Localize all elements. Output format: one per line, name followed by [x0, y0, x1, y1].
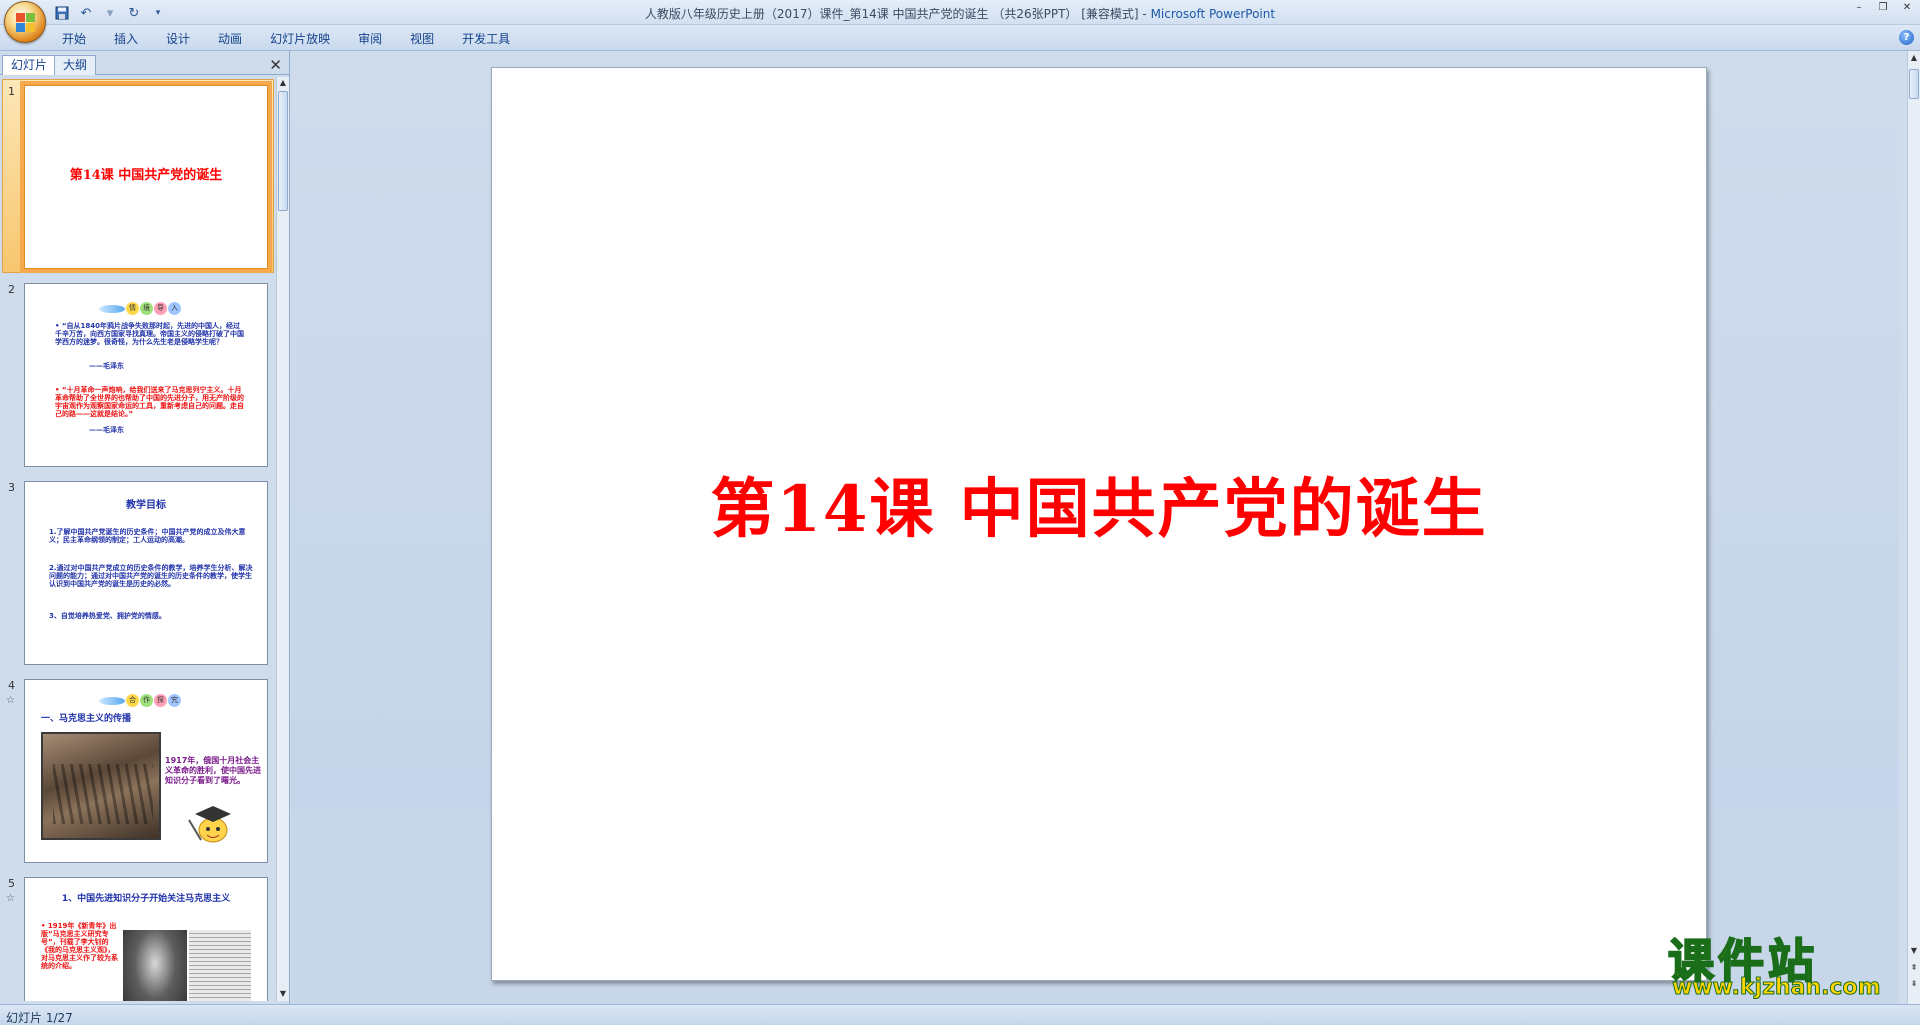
thumbnail-heading: 1、中国先进知识分子开始关注马克思主义 [61, 894, 231, 904]
thumbnail-row-3[interactable]: 3 教学目标 1.了解中国共产党诞生的历史条件；中国共产党的成立及伟大意义；民主… [0, 475, 274, 671]
quote-blue: • “自从1840年鸦片战争失败那时起，先进的中国人，经过千辛万苦，向西方国家寻… [55, 322, 244, 346]
banner-char: 入 [168, 302, 181, 315]
thumbnail-list: 1 第14课 中国共产党的诞生 2 情 境 导 入 • “自从1840年鸦片战争… [0, 77, 274, 1001]
thumbnail-row-4[interactable]: 4 ☆ 合 作 探 究 一、马克思主义的传播 1917年，俄国十月社会主义革命的… [0, 673, 274, 869]
scroll-up-icon[interactable]: ▲ [278, 78, 288, 88]
banner-char: 探 [154, 694, 167, 707]
slide-text: • 1919年《新青年》出版“马克思主义研究专号”，刊载了李大钊的《我的马克思主… [41, 922, 118, 970]
thumbnail-heading: 一、马克思主义的传播 [41, 714, 132, 724]
scroll-down-icon[interactable]: ▼ [278, 989, 288, 999]
thumbnail-number: 4 [8, 679, 15, 692]
swoosh-decoration [99, 305, 125, 313]
thumbnail-heading: 教学目标 [126, 500, 166, 511]
objective-item: 1.了解中国共产党诞生的历史条件；中国共产党的成立及伟大意义；民主革命纲领的制定… [49, 528, 246, 544]
thumbnail-row-1[interactable]: 1 第14课 中国共产党的诞生 [0, 79, 274, 275]
status-bar: 幻灯片 1/27 [0, 1004, 1920, 1025]
slide-thumbnail-pane: 幻灯片 大纲 ✕ 1 第14课 中国共产党的诞生 2 情 境 导 入 • “自从… [0, 51, 290, 1004]
objective-item: 3、自觉培养热爱党、拥护党的情感。 [49, 612, 166, 620]
banner-char: 情 [126, 302, 139, 315]
thumbnail-number: 2 [8, 283, 15, 296]
previous-slide-icon[interactable]: ⇞ [1909, 963, 1919, 973]
next-slide-icon[interactable]: ⇟ [1909, 979, 1919, 989]
scroll-thumb[interactable] [1909, 69, 1919, 99]
tab-review[interactable]: 审阅 [344, 29, 396, 49]
document-title: 人教版八年级历史上册（2017）课件_第14课 中国共产党的诞生 （共26张PP… [644, 7, 1151, 21]
watermark-url: www.kjzhan.com [1672, 975, 1882, 1001]
scroll-thumb[interactable] [278, 91, 288, 211]
thumbnail-slide-5[interactable]: 1、中国先进知识分子开始关注马克思主义 • 1919年《新青年》出版“马克思主义… [24, 877, 268, 1001]
swoosh-decoration [99, 697, 125, 705]
window-controls: – ❐ ✕ [1848, 2, 1918, 16]
tab-slide-show[interactable]: 幻灯片放映 [256, 29, 344, 49]
ribbon-tabs-bar: 开始 插入 设计 动画 幻灯片放映 审阅 视图 开发工具 ? [0, 25, 1920, 51]
section-banner: 情 境 导 入 [99, 302, 181, 316]
section-banner: 合 作 探 究 [99, 694, 181, 708]
kjzhan-watermark-logo: 课件站 www.kjzhan.com [1667, 925, 1908, 1003]
animation-star-icon: ☆ [6, 695, 15, 706]
scroll-down-icon[interactable]: ▼ [1909, 946, 1919, 956]
quote-red-signature: ——毛泽东 [89, 426, 124, 434]
banner-char: 作 [140, 694, 153, 707]
thumbnail-slide-1[interactable]: 第14课 中国共产党的诞生 [20, 81, 272, 273]
close-button[interactable]: ✕ [1896, 2, 1918, 16]
ribbon-tabs: 开始 插入 设计 动画 幻灯片放映 审阅 视图 开发工具 [48, 29, 524, 49]
slide-counter: 幻灯片 1/27 [6, 1011, 73, 1025]
tab-home[interactable]: 开始 [48, 29, 100, 49]
thumbnail-title: 第14课 中国共产党的诞生 [69, 168, 223, 183]
office-logo-icon [16, 13, 36, 33]
tab-view[interactable]: 视图 [396, 29, 448, 49]
window-title: 人教版八年级历史上册（2017）课件_第14课 中国共产党的诞生 （共26张PP… [0, 5, 1920, 22]
thumbnail-number: 1 [8, 85, 15, 98]
thumbnail-slide-2[interactable]: 情 境 导 入 • “自从1840年鸦片战争失败那时起，先进的中国人，经过千辛万… [24, 283, 268, 467]
minimize-button[interactable]: – [1848, 2, 1870, 16]
quote-blue-signature: ——毛泽东 [89, 362, 124, 370]
scroll-up-icon[interactable]: ▲ [1909, 53, 1919, 63]
restore-button[interactable]: ❐ [1872, 2, 1894, 16]
objective-item: 2.通过对中国共产党成立的历史条件的教学，培养学生分析、解决问题的能力；通过对中… [49, 564, 253, 588]
tab-developer[interactable]: 开发工具 [448, 29, 524, 49]
thumbnail-number: 3 [8, 481, 15, 494]
graduate-cartoon-icon [188, 806, 231, 843]
banner-char: 合 [126, 694, 139, 707]
pane-close-icon[interactable]: ✕ [269, 56, 282, 74]
slide-editor: 第14课 中国共产党的诞生 [291, 51, 1899, 1004]
office-button[interactable] [4, 1, 46, 43]
quote-red: • “十月革命一声炮响，给我们送来了马克思列宁主义。十月革命帮助了全世界的也帮助… [55, 386, 244, 418]
pane-tabs: 幻灯片 大纲 ✕ [0, 53, 290, 75]
document-scan-image [189, 930, 251, 1001]
slide-title[interactable]: 第14课 中国共产党的诞生 [492, 458, 1706, 550]
app-name: Microsoft PowerPoint [1150, 7, 1276, 21]
banner-char: 境 [140, 302, 153, 315]
tab-insert[interactable]: 插入 [100, 29, 152, 49]
help-icon[interactable]: ? [1899, 30, 1914, 45]
banner-char: 导 [154, 302, 167, 315]
tab-outline[interactable]: 大纲 [54, 55, 97, 75]
thumbnail-slide-4[interactable]: 合 作 探 究 一、马克思主义的传播 1917年，俄国十月社会主义革命的胜利，使… [24, 679, 268, 863]
current-slide[interactable]: 第14课 中国共产党的诞生 [491, 67, 1707, 981]
tab-design[interactable]: 设计 [152, 29, 204, 49]
banner-char: 究 [168, 694, 181, 707]
title-bar: ↶ ▾ ↻ ▾ 人教版八年级历史上册（2017）课件_第14课 中国共产党的诞生… [0, 0, 1920, 25]
thumbnail-slide-3[interactable]: 教学目标 1.了解中国共产党诞生的历史条件；中国共产党的成立及伟大意义；民主革命… [24, 481, 268, 665]
animation-star-icon: ☆ [6, 893, 15, 904]
revolution-photo [41, 732, 161, 840]
thumbnail-scrollbar[interactable]: ▲ ▼ [276, 77, 289, 1001]
tab-animations[interactable]: 动画 [204, 29, 256, 49]
photo-caption: 1917年，俄国十月社会主义革命的胜利，使中国先进知识分子看到了曙光。 [165, 756, 261, 785]
thumbnail-row-2[interactable]: 2 情 境 导 入 • “自从1840年鸦片战争失败那时起，先进的中国人，经过千… [0, 277, 274, 473]
thumbnail-row-5[interactable]: 5 ☆ 1、中国先进知识分子开始关注马克思主义 • 1919年《新青年》出版“马… [0, 871, 274, 1001]
tab-slides[interactable]: 幻灯片 [2, 55, 57, 75]
portrait-photo [123, 930, 187, 1001]
thumbnail-number: 5 [8, 877, 15, 890]
editor-scrollbar[interactable]: ▲ ▼ ⇞ ⇟ [1907, 51, 1920, 1004]
